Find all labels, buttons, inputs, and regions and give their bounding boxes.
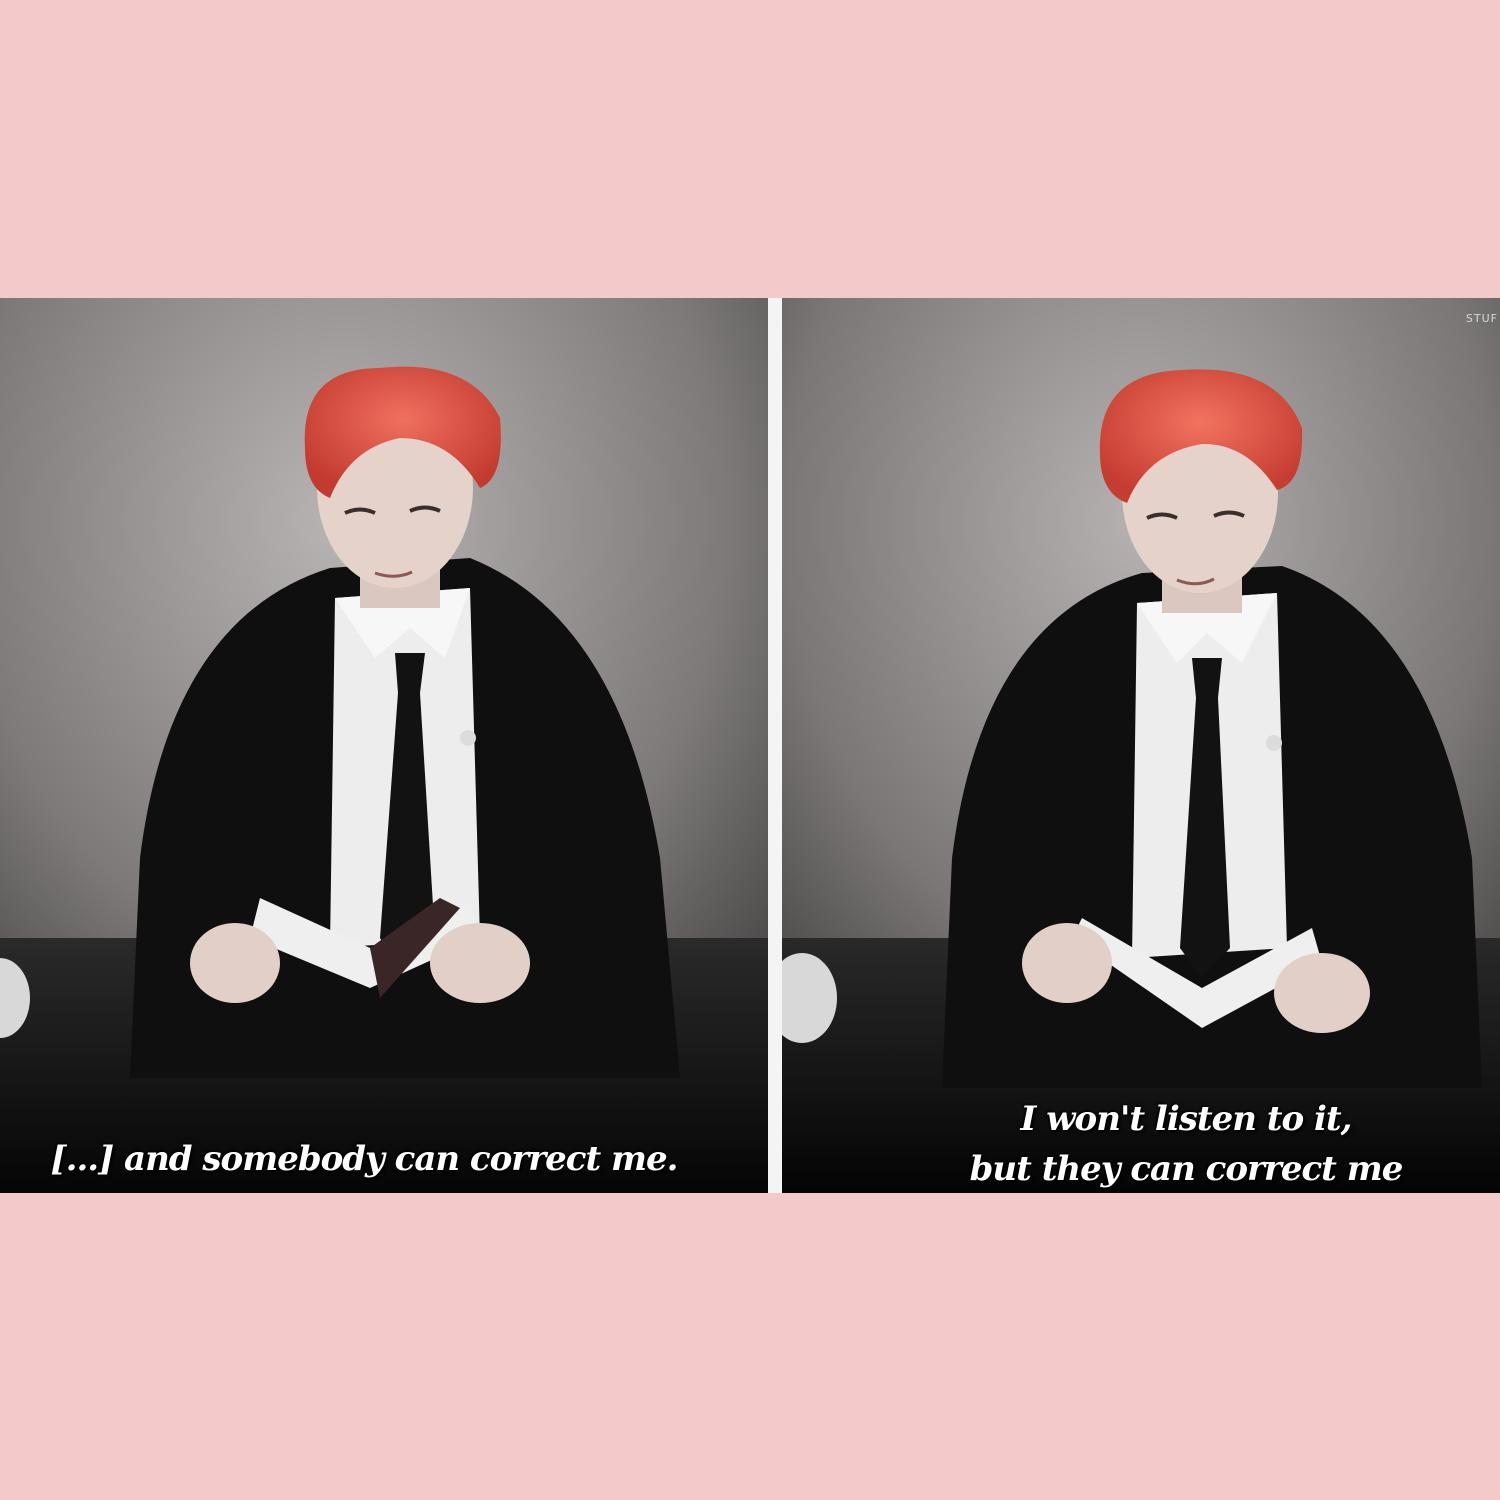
two-panel-strip: [...] and somebody can correct me. STUF … — [0, 298, 1500, 1193]
panel-right: STUF I won't listen to it, but they can … — [782, 298, 1500, 1193]
panel-left-photo — [0, 298, 768, 1193]
panel-left: [...] and somebody can correct me. — [0, 298, 768, 1193]
caption-left: [...] and somebody can correct me. — [20, 1134, 708, 1184]
caption-line: I won't listen to it, — [1020, 1099, 1353, 1139]
meme-canvas: [...] and somebody can correct me. STUF … — [0, 0, 1500, 1500]
watermark-text: STUF — [1465, 312, 1498, 325]
caption-line: but they can correct me — [969, 1149, 1404, 1189]
caption-right: I won't listen to it, but they can corre… — [962, 1094, 1410, 1193]
panel-divider — [768, 298, 782, 1193]
panel-right-photo — [782, 298, 1500, 1193]
caption-line: [...] and somebody can correct me. — [50, 1139, 679, 1179]
